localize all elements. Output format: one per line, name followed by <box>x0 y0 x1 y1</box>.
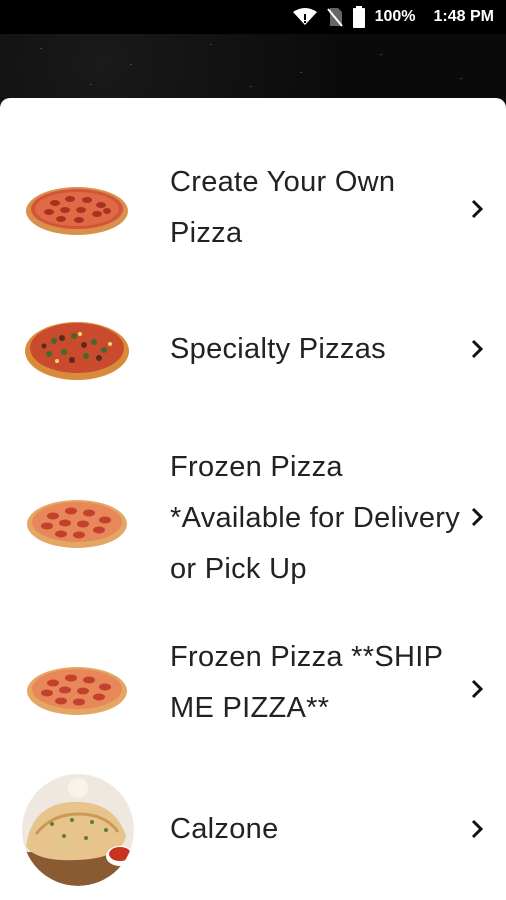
chevron-right-icon <box>471 199 484 219</box>
header-background <box>0 34 506 104</box>
menu-item-frozen-pizza-delivery[interactable]: Frozen Pizza *Available for Delivery or … <box>0 442 506 602</box>
status-bar: 100% 1:48 PM <box>0 0 506 34</box>
menu-item-label: Calzone <box>170 813 279 845</box>
no-sim-icon <box>326 8 343 27</box>
chevron-right-icon <box>471 339 484 359</box>
wifi-icon <box>292 8 317 25</box>
supreme-pizza-icon <box>22 294 132 404</box>
menu-item-label: Frozen Pizza **SHIP ME PIZZA** <box>170 641 443 724</box>
battery-icon <box>352 6 365 28</box>
menu-item-create-your-own-pizza[interactable]: Create Your Own Pizza <box>0 154 506 264</box>
chevron-right-icon <box>471 679 484 699</box>
menu-item-frozen-pizza-ship[interactable]: Frozen Pizza **SHIP ME PIZZA** <box>0 634 506 744</box>
menu-item-specialty-pizzas[interactable]: Specialty Pizzas <box>0 294 506 404</box>
chevron-right-icon <box>471 507 484 527</box>
frozen-pizza-ship-icon <box>22 634 132 744</box>
menu-item-label: Specialty Pizzas <box>170 333 386 365</box>
clock-time: 1:48 PM <box>433 8 494 25</box>
battery-percentage: 100% <box>374 8 416 25</box>
menu-item-label: Frozen Pizza *Available for Delivery or … <box>170 451 461 585</box>
pepperoni-pizza-icon <box>22 154 132 264</box>
menu-item-calzone[interactable]: Calzone <box>0 774 506 890</box>
menu-sheet: Create Your Own Pizza Specialty Pizzas F… <box>0 98 506 900</box>
calzone-icon <box>22 774 134 886</box>
frozen-pizza-icon <box>22 467 132 577</box>
chevron-right-icon <box>471 819 484 839</box>
menu-item-label: Create Your Own Pizza <box>170 166 396 249</box>
